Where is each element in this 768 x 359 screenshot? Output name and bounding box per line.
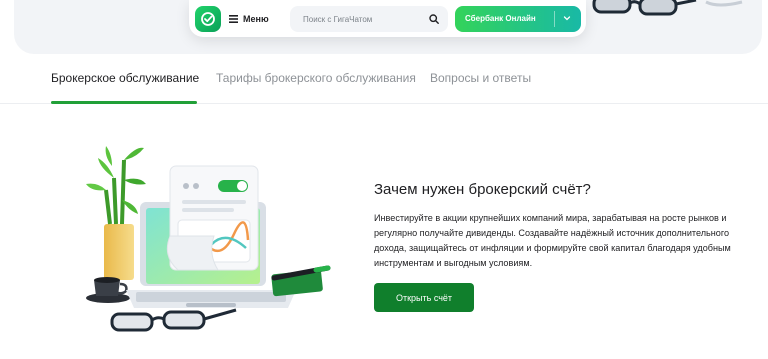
menu-icon: [229, 15, 238, 23]
tab-brokerage-service[interactable]: Брокерское обслуживание: [51, 71, 199, 85]
search-icon[interactable]: [429, 14, 439, 24]
tab-faq[interactable]: Вопросы и ответы: [430, 71, 531, 85]
menu-label: Меню: [243, 14, 269, 24]
menu-button[interactable]: Меню: [229, 6, 277, 32]
tab-brokerage-tariffs[interactable]: Тарифы брокерского обслуживания: [216, 71, 416, 85]
active-tab-indicator: [51, 101, 197, 104]
open-account-button[interactable]: Открыть счёт: [374, 283, 474, 312]
search-bar[interactable]: [290, 6, 448, 32]
glasses-icon: [110, 308, 237, 332]
chevron-down-icon[interactable]: [563, 14, 571, 22]
top-navigation-bar: Меню Сбербанк Онлайн: [189, 0, 586, 37]
sberbank-online-button[interactable]: Сбербанк Онлайн: [455, 6, 581, 32]
section-description: Инвестируйте в акции крупнейших компаний…: [374, 213, 731, 268]
button-divider: [554, 11, 555, 27]
search-input[interactable]: [301, 13, 425, 25]
brokerage-illustration: [86, 146, 331, 332]
sber-logo-icon[interactable]: [195, 6, 221, 32]
glasses-icon: [592, 0, 697, 16]
document-chart-icon: [166, 165, 259, 271]
glasses-icon: [705, 0, 743, 7]
bamboo-icon: [86, 146, 146, 280]
section-title: Зачем нужен брокерский счёт?: [374, 181, 591, 198]
coffee-cup-icon: [86, 277, 130, 303]
sberbank-online-label: Сбербанк Онлайн: [465, 14, 536, 23]
